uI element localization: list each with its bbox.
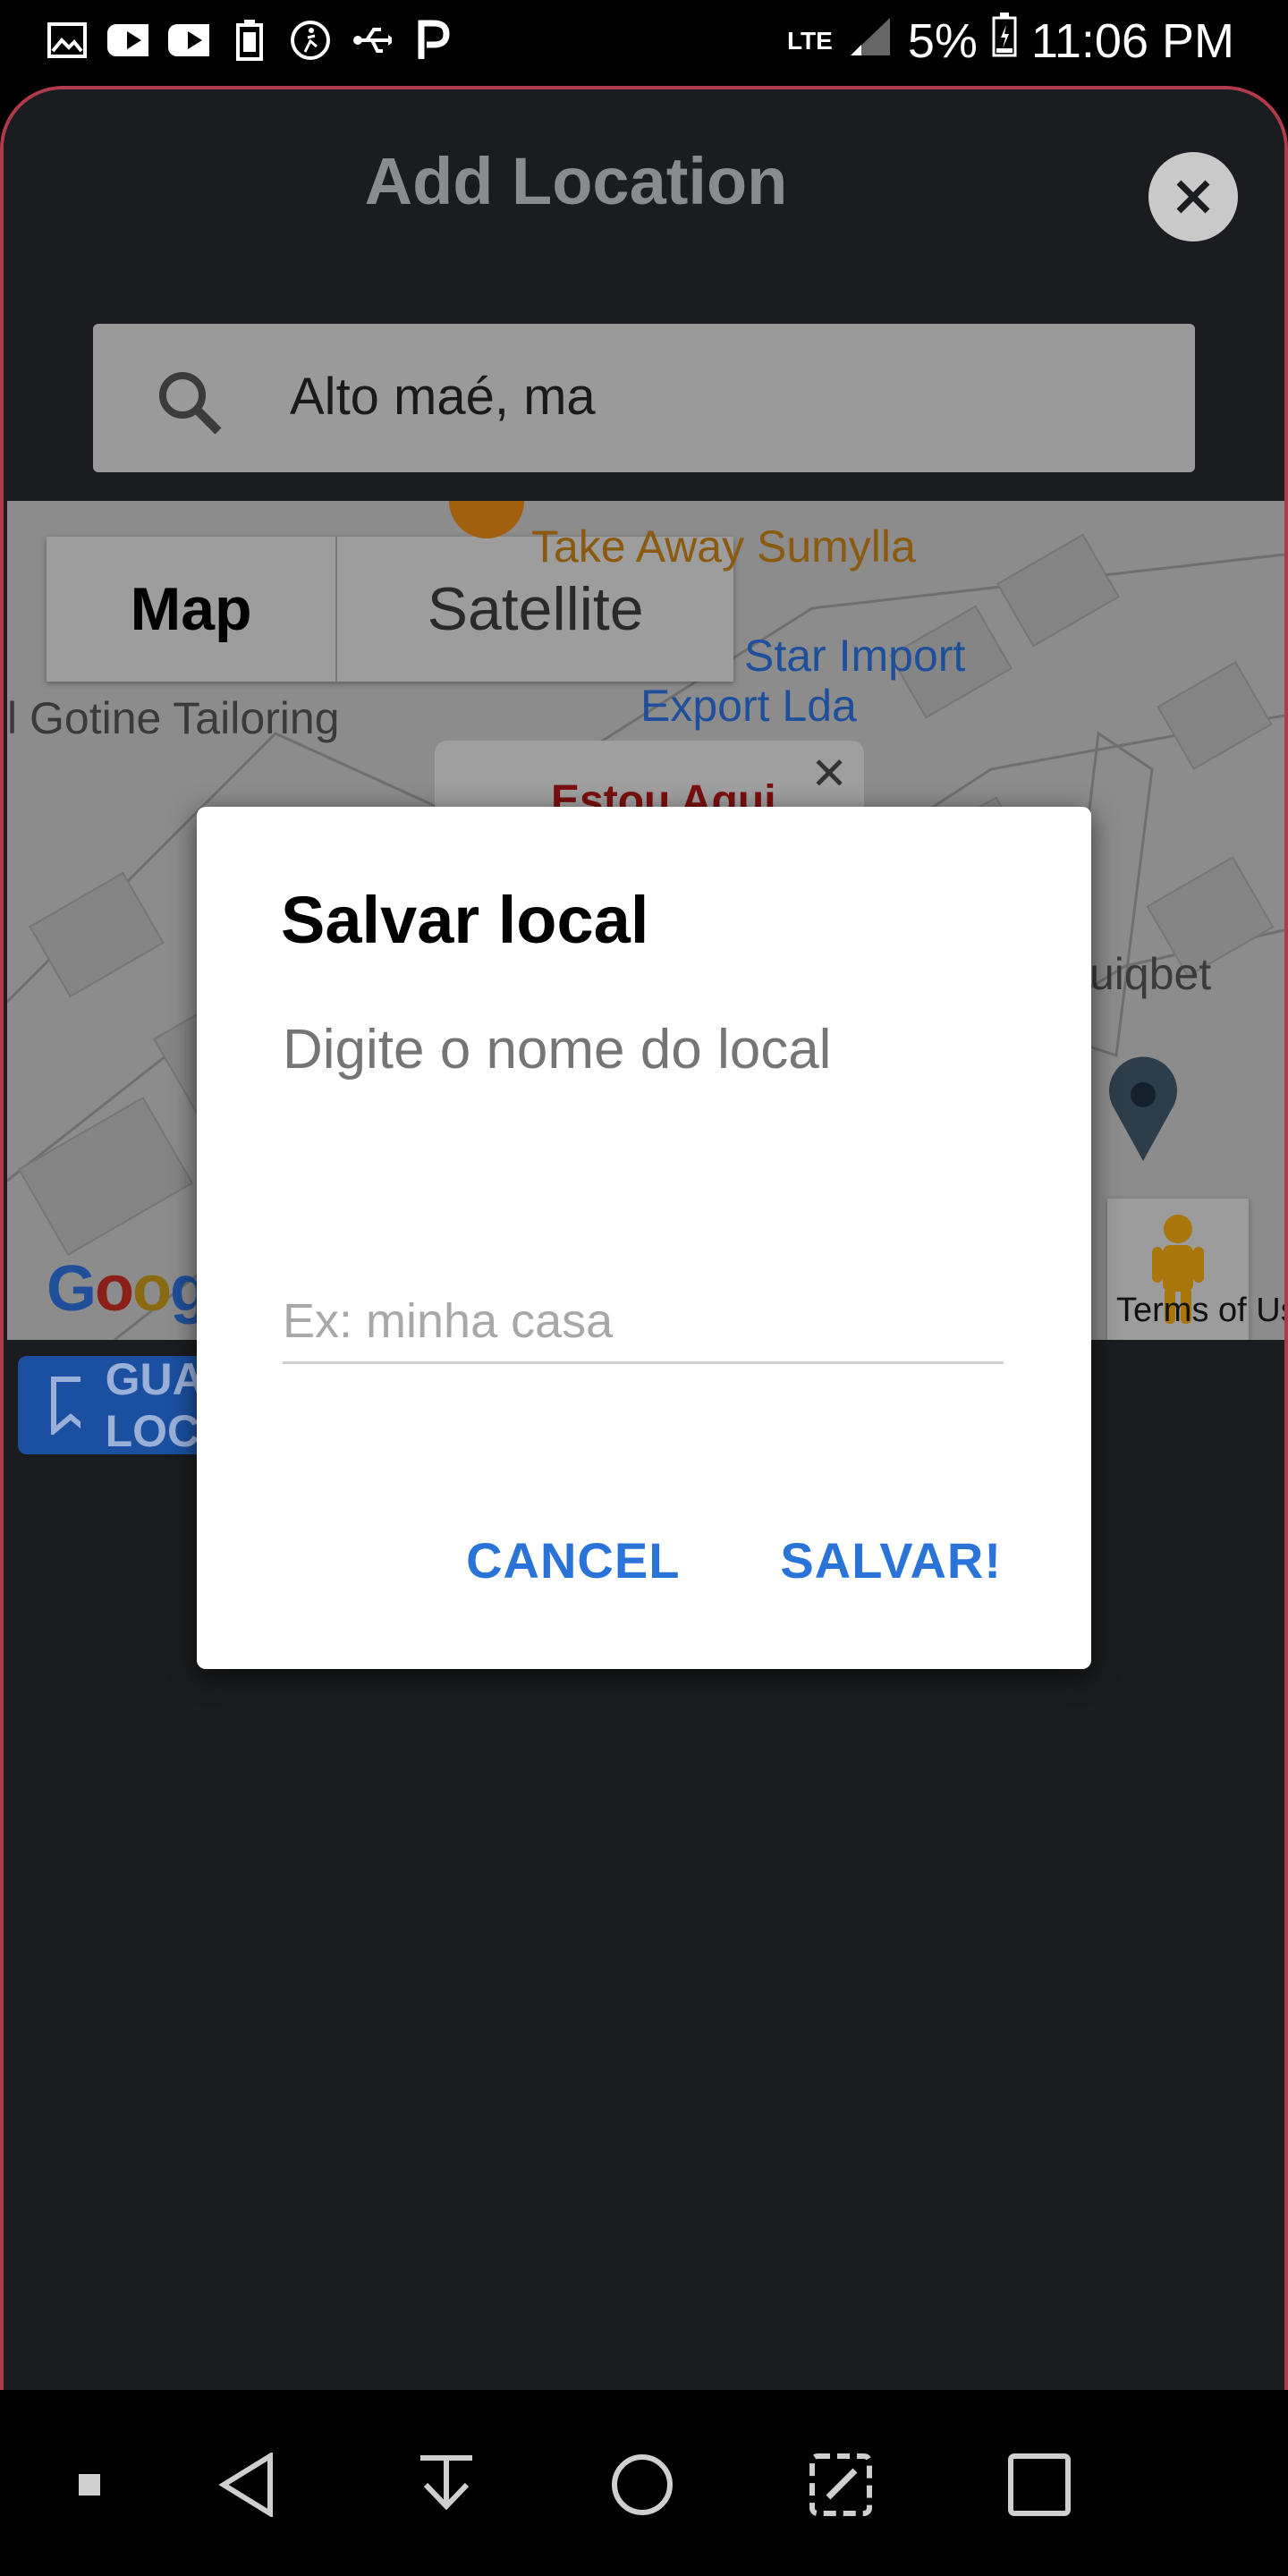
- close-button[interactable]: [1148, 152, 1238, 242]
- map-label-uiqbet[interactable]: uiqbet: [1089, 948, 1211, 1000]
- save-location-dialog: Salvar local Digite o nome do local CANC…: [197, 807, 1091, 1669]
- info-window-close-icon[interactable]: ✕: [810, 748, 848, 800]
- header: Add Location: [4, 89, 1284, 297]
- edit-screenshot-icon[interactable]: [809, 2453, 873, 2521]
- save-button[interactable]: SALVAR!: [780, 1531, 1002, 1589]
- dialog-message: Digite o nome do local: [283, 1019, 832, 1080]
- network-type: LTE: [787, 26, 833, 55]
- signal-icon: [847, 13, 894, 69]
- map-label-star-import-2[interactable]: Export Lda: [640, 680, 857, 732]
- battery-saver-icon: [229, 20, 270, 61]
- map-label-restaurant[interactable]: Take Away Sumylla: [531, 521, 916, 572]
- terms-of-use-link[interactable]: Terms of Use: [1116, 1292, 1284, 1330]
- youtube-icon: [107, 20, 148, 61]
- map-label-tailoring[interactable]: l Gotine Tailoring: [7, 692, 340, 744]
- accessibility-icon: [290, 20, 331, 61]
- home-icon[interactable]: [610, 2453, 674, 2521]
- status-bar: LTE 5% 11:06 PM: [0, 0, 1288, 86]
- map-type-map-button[interactable]: Map: [47, 537, 338, 682]
- gallery-icon: [47, 20, 88, 61]
- search-icon: [159, 372, 222, 435]
- download-icon[interactable]: [417, 2453, 476, 2521]
- dot-icon[interactable]: [79, 2474, 100, 2500]
- cancel-button[interactable]: CANCEL: [466, 1531, 680, 1589]
- search-bar[interactable]: Alto maé, ma: [93, 324, 1195, 472]
- dialog-title: Salvar local: [281, 883, 649, 957]
- clock: 11:06 PM: [1030, 13, 1234, 68]
- close-icon: [1176, 180, 1210, 214]
- recent-apps-icon[interactable]: [1007, 2453, 1072, 2521]
- navigation-bar: [0, 2390, 1288, 2576]
- location-name-input[interactable]: [283, 1281, 1004, 1364]
- back-icon[interactable]: [218, 2451, 275, 2521]
- page-title: Add Location: [364, 144, 788, 218]
- usb-icon: [351, 20, 392, 61]
- map-pin-icon[interactable]: [1106, 1055, 1181, 1163]
- battery-percent: 5%: [907, 13, 978, 68]
- battery-icon: [992, 13, 1017, 69]
- map-label-star-import[interactable]: Star Import: [744, 630, 965, 682]
- parking-icon: [411, 20, 453, 61]
- dialog-actions: CANCEL SALVAR!: [466, 1531, 1002, 1589]
- bookmark-icon: [51, 1377, 80, 1435]
- search-input[interactable]: Alto maé, ma: [290, 367, 596, 427]
- restaurant-icon: [449, 501, 524, 550]
- youtube-icon: [168, 20, 209, 61]
